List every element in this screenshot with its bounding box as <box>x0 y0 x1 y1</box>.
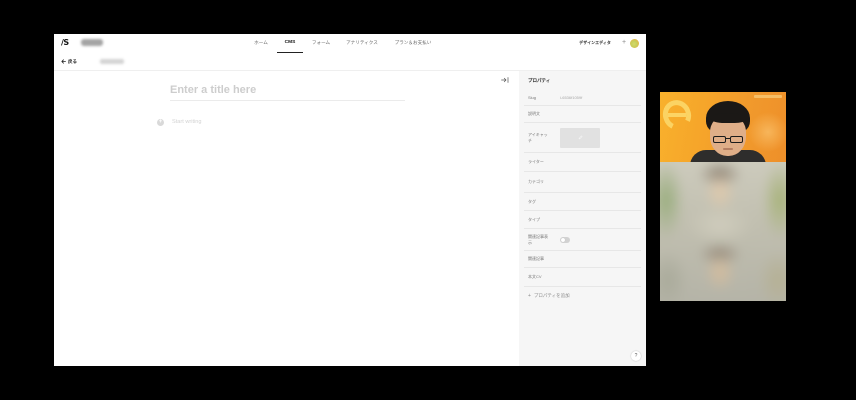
help-button[interactable]: ? <box>631 351 641 361</box>
property-label: カテゴリ <box>528 179 544 184</box>
property-row-slug[interactable]: Slug i-6536f1059f <box>524 90 641 106</box>
design-editor-button[interactable]: デザインエディタ <box>575 34 615 53</box>
property-row-related-display[interactable]: 関連記事表示 <box>524 229 641 251</box>
toggle-knob <box>561 237 565 242</box>
participant-video-blurred <box>660 162 786 301</box>
plus-icon: + <box>528 293 531 299</box>
back-button[interactable]: 戻る <box>61 58 77 65</box>
glasses-bridge <box>726 138 730 139</box>
glasses-lens <box>713 136 726 143</box>
pencil-icon <box>578 135 582 140</box>
property-row-category[interactable]: カテゴリ <box>524 172 641 193</box>
property-row-tag[interactable]: タグ <box>524 193 641 211</box>
add-button[interactable]: + <box>620 38 628 48</box>
property-label: ライター <box>528 159 544 164</box>
property-label: 関連記事 <box>528 256 544 261</box>
properties-panel-title: プロパティ <box>528 78 551 83</box>
property-row-description[interactable]: 説明文 <box>524 106 641 123</box>
cms-editor-window: /S ホーム CMS フォーム アナリティクス プラン＆お支払い デザインエディ… <box>54 34 646 366</box>
property-list: Slug i-6536f1059f 説明文 アイキャッチ ライター カテゴリ タ… <box>524 90 641 287</box>
property-row-writer[interactable]: ライター <box>524 153 641 172</box>
studio-logo[interactable]: /S <box>61 38 69 48</box>
post-title-input[interactable] <box>170 83 405 97</box>
project-name-redacted <box>81 39 103 46</box>
property-label: タグ <box>528 198 536 204</box>
nav-tab-forms[interactable]: フォーム <box>308 34 334 53</box>
property-label: 説明文 <box>528 111 540 116</box>
property-row-body-cv[interactable]: 本文CV <box>524 268 641 287</box>
post-body-editor[interactable]: Start writing <box>172 119 202 126</box>
property-row-related-articles[interactable]: 関連記事 <box>524 251 641 268</box>
eyecatch-image-placeholder[interactable] <box>560 127 600 148</box>
nav-tab-cms[interactable]: CMS <box>277 34 303 53</box>
property-label: 関連記事表示 <box>528 233 548 245</box>
background-poster-graphic <box>668 113 686 117</box>
property-label: 本文CV <box>528 274 542 279</box>
participant-video-main <box>660 92 786 162</box>
slug-value[interactable]: i-6536f1059f <box>560 95 582 101</box>
nav-tab-home[interactable]: ホーム <box>249 34 273 53</box>
background-glow <box>748 112 786 152</box>
add-property-button[interactable]: + プロパティを追加 <box>528 293 570 299</box>
add-property-label: プロパティを追加 <box>533 293 570 298</box>
arrow-left-icon <box>61 59 66 64</box>
glasses-lens <box>730 136 743 143</box>
property-label: タイプ <box>528 216 540 222</box>
add-block-button[interactable]: + <box>157 119 164 126</box>
property-row-type[interactable]: タイプ <box>524 211 641 229</box>
background-poster-graphic <box>754 95 782 98</box>
properties-panel: プロパティ Slug i-6536f1059f 説明文 アイキャッチ ライター <box>519 71 646 366</box>
title-underline <box>170 100 405 101</box>
participant-mouth <box>723 148 733 150</box>
back-label: 戻る <box>68 59 77 64</box>
nav-tab-analytics[interactable]: アナリティクス <box>344 34 380 53</box>
related-display-toggle[interactable] <box>560 236 570 243</box>
breadcrumb-redacted <box>100 59 124 64</box>
property-label: アイキャッチ <box>528 131 548 143</box>
property-label: Slug <box>528 94 537 100</box>
property-row-eyecatch[interactable]: アイキャッチ <box>524 123 641 153</box>
panel-collapse-icon[interactable] <box>501 77 509 83</box>
blurred-video-content <box>660 162 786 301</box>
nav-tab-plans-billing[interactable]: プラン＆お支払い <box>391 34 435 53</box>
participant-fringe <box>711 113 745 123</box>
user-avatar-icon[interactable] <box>630 39 639 48</box>
